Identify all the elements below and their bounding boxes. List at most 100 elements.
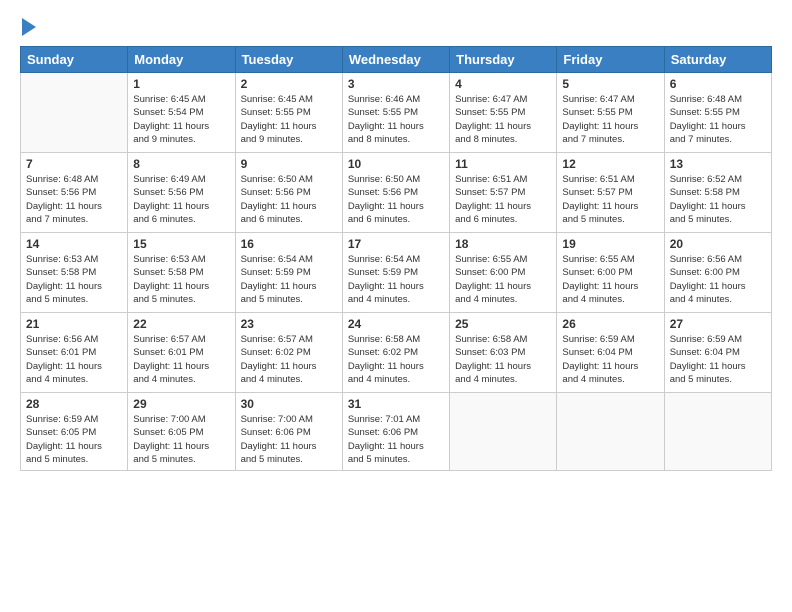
calendar-cell: 22 Sunrise: 6:57 AM Sunset: 6:01 PM Dayli… [128,313,235,393]
day-info: Sunrise: 6:48 AM Sunset: 5:56 PM Dayligh… [26,173,122,226]
calendar-cell: 27 Sunrise: 6:59 AM Sunset: 6:04 PM Dayli… [664,313,771,393]
day-info: Sunrise: 6:50 AM Sunset: 5:56 PM Dayligh… [348,173,444,226]
day-number: 25 [455,317,551,331]
day-number: 6 [670,77,766,91]
day-info: Sunrise: 6:59 AM Sunset: 6:04 PM Dayligh… [670,333,766,386]
day-number: 15 [133,237,229,251]
day-info: Sunrise: 6:54 AM Sunset: 5:59 PM Dayligh… [348,253,444,306]
day-number: 23 [241,317,337,331]
calendar-cell: 1Sunrise: 6:45 AM Sunset: 5:54 PM Daylig… [128,73,235,153]
calendar-cell: 2Sunrise: 6:45 AM Sunset: 5:55 PM Daylig… [235,73,342,153]
day-info: Sunrise: 6:46 AM Sunset: 5:55 PM Dayligh… [348,93,444,146]
day-info: Sunrise: 6:52 AM Sunset: 5:58 PM Dayligh… [670,173,766,226]
day-info: Sunrise: 6:51 AM Sunset: 5:57 PM Dayligh… [455,173,551,226]
day-number: 4 [455,77,551,91]
weekday-header: Friday [557,47,664,73]
calendar-cell: 3 Sunrise: 6:46 AM Sunset: 5:55 PM Daylig… [342,73,449,153]
day-info: Sunrise: 6:55 AM Sunset: 6:00 PM Dayligh… [562,253,658,306]
calendar-week-row: 1Sunrise: 6:45 AM Sunset: 5:54 PM Daylig… [21,73,772,153]
calendar-cell [21,73,128,153]
calendar-week-row: 28Sunrise: 6:59 AM Sunset: 6:05 PM Dayli… [21,393,772,471]
calendar-week-row: 14Sunrise: 6:53 AM Sunset: 5:58 PM Dayli… [21,233,772,313]
day-number: 30 [241,397,337,411]
day-number: 24 [348,317,444,331]
weekday-header: Monday [128,47,235,73]
day-number: 20 [670,237,766,251]
day-number: 27 [670,317,766,331]
day-number: 10 [348,157,444,171]
day-info: Sunrise: 6:55 AM Sunset: 6:00 PM Dayligh… [455,253,551,306]
calendar-cell: 25 Sunrise: 6:58 AM Sunset: 6:03 PM Dayli… [450,313,557,393]
day-number: 22 [133,317,229,331]
calendar-cell [450,393,557,471]
day-number: 16 [241,237,337,251]
day-number: 3 [348,77,444,91]
calendar-cell: 10 Sunrise: 6:50 AM Sunset: 5:56 PM Dayli… [342,153,449,233]
weekday-header-row: SundayMondayTuesdayWednesdayThursdayFrid… [21,47,772,73]
day-info: Sunrise: 6:49 AM Sunset: 5:56 PM Dayligh… [133,173,229,226]
calendar-cell: 17 Sunrise: 6:54 AM Sunset: 5:59 PM Dayli… [342,233,449,313]
weekday-header: Wednesday [342,47,449,73]
calendar-cell: 26 Sunrise: 6:59 AM Sunset: 6:04 PM Dayli… [557,313,664,393]
calendar-cell: 12 Sunrise: 6:51 AM Sunset: 5:57 PM Dayli… [557,153,664,233]
day-info: Sunrise: 6:47 AM Sunset: 5:55 PM Dayligh… [562,93,658,146]
day-info: Sunrise: 7:00 AM Sunset: 6:06 PM Dayligh… [241,413,337,466]
day-number: 2 [241,77,337,91]
calendar-cell: 21Sunrise: 6:56 AM Sunset: 6:01 PM Dayli… [21,313,128,393]
day-number: 9 [241,157,337,171]
weekday-header: Saturday [664,47,771,73]
calendar-cell: 14Sunrise: 6:53 AM Sunset: 5:58 PM Dayli… [21,233,128,313]
header [20,18,772,36]
calendar-cell: 18Sunrise: 6:55 AM Sunset: 6:00 PM Dayli… [450,233,557,313]
calendar-cell [664,393,771,471]
day-info: Sunrise: 6:45 AM Sunset: 5:54 PM Dayligh… [133,93,229,146]
calendar-cell: 9 Sunrise: 6:50 AM Sunset: 5:56 PM Daylig… [235,153,342,233]
page: SundayMondayTuesdayWednesdayThursdayFrid… [0,0,792,612]
day-info: Sunrise: 6:53 AM Sunset: 5:58 PM Dayligh… [133,253,229,306]
weekday-header: Sunday [21,47,128,73]
calendar-cell: 23Sunrise: 6:57 AM Sunset: 6:02 PM Dayli… [235,313,342,393]
day-info: Sunrise: 6:59 AM Sunset: 6:04 PM Dayligh… [562,333,658,386]
day-info: Sunrise: 6:48 AM Sunset: 5:55 PM Dayligh… [670,93,766,146]
calendar-cell: 28Sunrise: 6:59 AM Sunset: 6:05 PM Dayli… [21,393,128,471]
calendar-cell: 11 Sunrise: 6:51 AM Sunset: 5:57 PM Dayli… [450,153,557,233]
logo [20,18,36,36]
calendar-cell: 6 Sunrise: 6:48 AM Sunset: 5:55 PM Daylig… [664,73,771,153]
day-info: Sunrise: 6:47 AM Sunset: 5:55 PM Dayligh… [455,93,551,146]
day-info: Sunrise: 6:58 AM Sunset: 6:03 PM Dayligh… [455,333,551,386]
day-info: Sunrise: 6:51 AM Sunset: 5:57 PM Dayligh… [562,173,658,226]
day-number: 12 [562,157,658,171]
calendar-week-row: 7 Sunrise: 6:48 AM Sunset: 5:56 PM Daylig… [21,153,772,233]
calendar-cell: 15 Sunrise: 6:53 AM Sunset: 5:58 PM Dayli… [128,233,235,313]
day-number: 5 [562,77,658,91]
day-number: 19 [562,237,658,251]
day-number: 26 [562,317,658,331]
weekday-header: Tuesday [235,47,342,73]
day-info: Sunrise: 7:01 AM Sunset: 6:06 PM Dayligh… [348,413,444,466]
calendar-table: SundayMondayTuesdayWednesdayThursdayFrid… [20,46,772,471]
day-number: 8 [133,157,229,171]
day-info: Sunrise: 6:54 AM Sunset: 5:59 PM Dayligh… [241,253,337,306]
day-info: Sunrise: 6:50 AM Sunset: 5:56 PM Dayligh… [241,173,337,226]
calendar-week-row: 21Sunrise: 6:56 AM Sunset: 6:01 PM Dayli… [21,313,772,393]
calendar-cell: 31 Sunrise: 7:01 AM Sunset: 6:06 PM Dayli… [342,393,449,471]
day-number: 7 [26,157,122,171]
calendar-cell: 7 Sunrise: 6:48 AM Sunset: 5:56 PM Daylig… [21,153,128,233]
day-number: 17 [348,237,444,251]
day-info: Sunrise: 6:56 AM Sunset: 6:00 PM Dayligh… [670,253,766,306]
calendar-cell: 24 Sunrise: 6:58 AM Sunset: 6:02 PM Dayli… [342,313,449,393]
calendar-cell: 19 Sunrise: 6:55 AM Sunset: 6:00 PM Dayli… [557,233,664,313]
day-number: 28 [26,397,122,411]
logo-arrow-icon [22,18,36,36]
day-number: 21 [26,317,122,331]
day-number: 29 [133,397,229,411]
calendar-cell: 20 Sunrise: 6:56 AM Sunset: 6:00 PM Dayli… [664,233,771,313]
day-number: 11 [455,157,551,171]
calendar-cell: 13 Sunrise: 6:52 AM Sunset: 5:58 PM Dayli… [664,153,771,233]
day-info: Sunrise: 6:58 AM Sunset: 6:02 PM Dayligh… [348,333,444,386]
calendar-cell: 5 Sunrise: 6:47 AM Sunset: 5:55 PM Daylig… [557,73,664,153]
day-number: 13 [670,157,766,171]
day-info: Sunrise: 6:57 AM Sunset: 6:01 PM Dayligh… [133,333,229,386]
day-number: 31 [348,397,444,411]
day-info: Sunrise: 7:00 AM Sunset: 6:05 PM Dayligh… [133,413,229,466]
